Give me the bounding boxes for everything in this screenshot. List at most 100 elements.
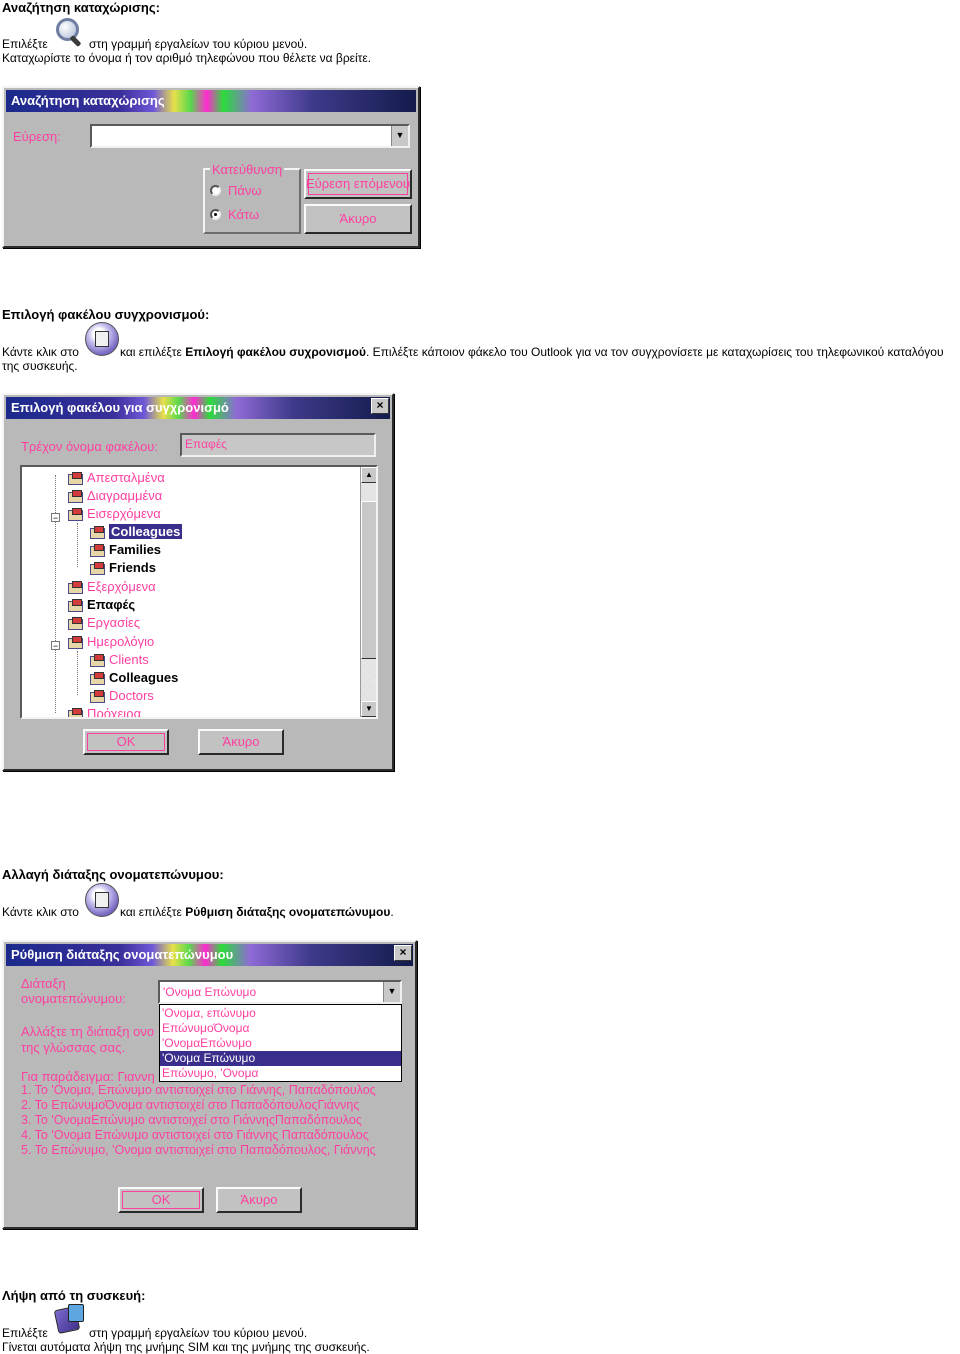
folder-item[interactable]: Επαφές	[68, 596, 135, 613]
example-3: 3. Το 'ΟνομαΕπώνυμο αντιστοιχεί στο Γιάν…	[21, 1113, 362, 1127]
sync-cancel-button[interactable]: Άκυρο	[198, 729, 284, 755]
order-instruction: και επιλέξτε Ρύθμιση διάταξης ονοματεπών…	[120, 905, 394, 919]
order-option-selected[interactable]: 'Ονομα Επώνυμο	[160, 1051, 401, 1066]
sync-instruction-bold: Επιλογή φακέλου συχρονισμού	[185, 345, 366, 359]
close-icon[interactable]: ×	[394, 945, 412, 961]
change-text-line2: της γλώσσας σας.	[21, 1040, 126, 1055]
order-label-line2: ονοματεπώνυμου:	[21, 991, 126, 1006]
folder-item[interactable]: Doctors	[90, 687, 154, 704]
direction-label: Κατεύθυνση	[210, 162, 285, 177]
example-1: 1. Το 'Ονομα, Επώνυμο αντιστοιχεί στο Γι…	[21, 1083, 376, 1097]
search-instruction-line2: Καταχωρίστε το όνομα ή τον αριθμό τηλεφώ…	[2, 51, 372, 65]
example-5: 5. Το Επώνυμο, 'Ονομα αντιστοιχεί στο Πα…	[21, 1143, 376, 1157]
order-heading: Αλλαγή διάταξης ονοματεπώνυμου:	[2, 867, 224, 882]
folder-item[interactable]: Friends	[90, 559, 156, 576]
find-input[interactable]: ▼	[90, 124, 410, 148]
order-instruction-bold: Ρύθμιση διάταξης ονοματεπώνυμου	[185, 905, 391, 919]
current-folder-value: Επαφές	[185, 437, 227, 451]
search-instruction-suffix: στη γραμμή εργαλείων του κύριου μενού.	[89, 37, 308, 51]
current-folder-field: Επαφές	[180, 433, 376, 457]
order-dropdown-button[interactable]: ▼	[383, 982, 400, 1002]
folder-icon	[90, 690, 105, 703]
direction-group	[203, 168, 301, 234]
folder-icon	[68, 581, 83, 594]
folder-item[interactable]: Ημερολόγιο	[68, 633, 154, 650]
order-option[interactable]: ΕπώνυμοΌνομα	[160, 1021, 401, 1036]
sync-instruction-line2: της συσκευής.	[2, 359, 78, 373]
expand-calendar-icon[interactable]: −	[51, 641, 60, 651]
order-label-line1: Διάταξη	[21, 976, 66, 991]
chevron-down-icon: ▼	[395, 130, 405, 140]
download-instruction-prefix: Επιλέξτε	[2, 1326, 48, 1340]
find-label: Εύρεση:	[13, 129, 61, 144]
search-cancel-button[interactable]: Άκυρο	[304, 204, 412, 234]
folder-item[interactable]: Πρόχειρα	[68, 705, 141, 717]
direction-up-radio[interactable]	[210, 185, 221, 196]
order-options-list[interactable]: 'Ονομα, επώνυμο ΕπώνυμοΌνομα 'ΟνομαΕπώνυ…	[159, 1004, 402, 1082]
chevron-down-icon: ▼	[387, 986, 397, 996]
sync-ok-button[interactable]: OK	[83, 729, 169, 755]
order-select[interactable]: 'Ονομα Επώνυμο ▼	[158, 980, 402, 1004]
download-heading: Λήψη από τη συσκευή:	[2, 1288, 146, 1303]
magnifier-icon	[54, 16, 86, 48]
folder-item[interactable]: Εργασίες	[68, 614, 140, 631]
folder-icon	[68, 636, 83, 649]
download-instruction-line2: Γίνεται αυτόματα λήψη της μνήμης SIM και…	[2, 1340, 370, 1354]
download-instruction-suffix: στη γραμμή εργαλείων του κύριου μενού.	[89, 1326, 308, 1340]
order-ok-button[interactable]: OK	[118, 1187, 204, 1213]
folder-item[interactable]: Διαγραμμένα	[68, 487, 162, 504]
search-heading: Αναζήτηση καταχώρισης:	[2, 0, 160, 15]
find-next-button[interactable]: Εύρεση επόμενου	[304, 169, 412, 199]
scroll-up-icon[interactable]: ▲	[361, 467, 376, 483]
folder-icon	[68, 490, 83, 503]
folder-icon	[68, 599, 83, 612]
folder-icon	[68, 708, 83, 717]
folder-icon	[90, 544, 105, 557]
sync-icon	[85, 322, 119, 356]
order-option[interactable]: 'Ονομα, επώνυμο	[160, 1006, 401, 1021]
folder-icon	[68, 617, 83, 630]
sync-icon	[85, 883, 119, 917]
folder-item-selected[interactable]: Colleagues	[90, 523, 184, 540]
folder-icon	[68, 472, 83, 485]
folder-icon	[90, 654, 105, 667]
direction-down-label: Κάτω	[228, 207, 260, 222]
folder-icon	[68, 508, 83, 521]
order-select-value: 'Ονομα Επώνυμο	[163, 985, 257, 999]
example-2: 2. Το ΕπώνυμοΌνομα αντιστοιχεί στο Παπαδ…	[21, 1098, 360, 1112]
example-4: 4. Το 'Ονομα Επώνυμο αντιστοιχεί στο Γιά…	[21, 1128, 369, 1142]
order-dialog-title: Ρύθμιση διάταξης ονοματεπώνυμου	[6, 944, 413, 966]
close-icon[interactable]: ×	[371, 398, 389, 414]
folder-tree-scrollbar[interactable]: ▲ ▼	[360, 467, 376, 717]
folder-icon	[90, 526, 105, 539]
change-text-line1: Αλλάξτε τη διάταξη ονο	[21, 1024, 155, 1039]
find-dropdown-button[interactable]: ▼	[391, 126, 408, 146]
expand-inbox-icon[interactable]: −	[51, 513, 60, 523]
folder-item[interactable]: Εισερχόμενα	[68, 505, 161, 522]
folder-tree[interactable]: − − Απεσταλμένα Διαγραμμένα Εισερχόμενα …	[20, 465, 378, 719]
folder-item[interactable]: Clients	[90, 651, 149, 668]
sync-instruction-suffix: . Επιλέξτε κάποιον φάκελο του Outlook γι…	[365, 345, 944, 359]
name-order-dialog: Ρύθμιση διάταξης ονοματεπώνυμου × Διάταξ…	[2, 940, 417, 1229]
example-intro: Για παράδειγμα: Γιαννη	[21, 1069, 155, 1084]
folder-item[interactable]: Απεσταλμένα	[68, 469, 165, 486]
direction-down-radio[interactable]	[210, 209, 221, 220]
sync-dialog-title: Επιλογή φακέλου για συγχρονισμό	[6, 397, 390, 419]
sync-instruction-prefix: Κάντε κλικ στο	[2, 345, 79, 359]
sync-instruction-mid: και επιλέξτε	[120, 345, 182, 359]
sync-instruction: και επιλέξτε Επιλογή φακέλου συχρονισμού…	[120, 345, 944, 359]
folder-item[interactable]: Εξερχόμενα	[68, 578, 156, 595]
current-folder-label: Τρέχον όνομα φακέλου:	[21, 439, 159, 454]
scroll-thumb[interactable]	[361, 501, 376, 659]
direction-up-label: Πάνω	[228, 183, 262, 198]
folder-icon	[90, 562, 105, 575]
order-instruction-prefix: Κάντε κλικ στο	[2, 905, 79, 919]
order-instruction-mid: και επιλέξτε	[120, 905, 182, 919]
order-cancel-button[interactable]: Άκυρο	[216, 1187, 302, 1213]
folder-item[interactable]: Colleagues	[90, 669, 178, 686]
scroll-down-icon[interactable]: ▼	[361, 701, 376, 717]
order-option[interactable]: 'ΟνομαΕπώνυμο	[160, 1036, 401, 1051]
order-option[interactable]: Επώνυμο, 'Ονομα	[160, 1066, 401, 1081]
folder-item[interactable]: Families	[90, 541, 161, 558]
sync-heading: Επιλογή φακέλου συγχρονισμού:	[2, 307, 210, 322]
